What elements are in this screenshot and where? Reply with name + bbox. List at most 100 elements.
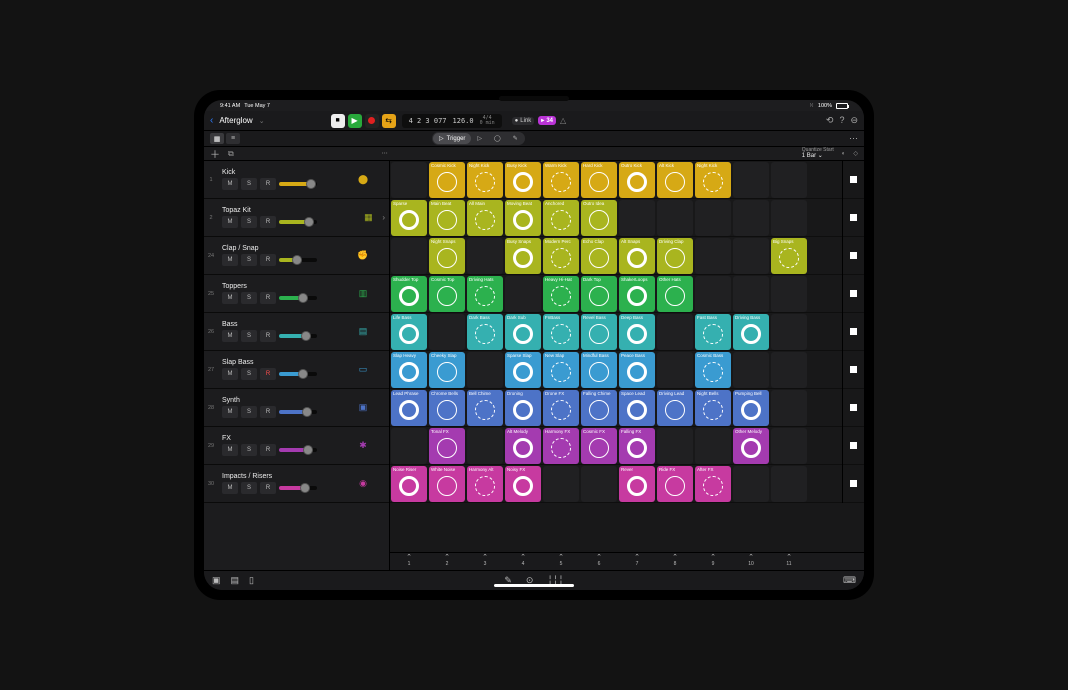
clip-cell[interactable]: Dark Sub bbox=[505, 314, 541, 350]
empty-clip-slot[interactable] bbox=[733, 200, 769, 236]
volume-fader[interactable] bbox=[279, 220, 317, 224]
take-chip[interactable]: ▸34 bbox=[538, 116, 556, 125]
track-instrument-icon[interactable]: ✱ bbox=[355, 438, 371, 454]
loop-mode-button[interactable]: ◯ bbox=[488, 133, 507, 144]
scene-stop-button[interactable] bbox=[843, 389, 864, 427]
clip-cell[interactable]: Cheeky Slap bbox=[429, 352, 465, 388]
record-arm-button[interactable]: R bbox=[260, 254, 276, 266]
volume-fader[interactable] bbox=[279, 448, 317, 452]
empty-clip-slot[interactable] bbox=[467, 352, 503, 388]
clip-cell[interactable]: Moving Beat bbox=[505, 200, 541, 236]
bookmark-icon[interactable]: ▯ bbox=[249, 575, 254, 586]
clip-cell[interactable]: ShakerLoops bbox=[619, 276, 655, 312]
retrigger-mode-button[interactable]: ▷ bbox=[471, 133, 488, 144]
scene-number[interactable]: ⌃2 bbox=[428, 553, 466, 570]
clip-cell[interactable]: Busy Snaps bbox=[505, 238, 541, 274]
clip-cell[interactable]: Cosmic Bass bbox=[695, 352, 731, 388]
clip-cell[interactable]: Drone FX bbox=[543, 390, 579, 426]
clip-cell[interactable]: Night Kick bbox=[695, 162, 731, 198]
clip-cell[interactable]: Echo Clap bbox=[581, 238, 617, 274]
scene-stop-button[interactable] bbox=[843, 427, 864, 465]
record-arm-button[interactable]: R bbox=[260, 216, 276, 228]
mute-button[interactable]: M bbox=[222, 406, 238, 418]
clip-cell[interactable]: Cosmic Top bbox=[429, 276, 465, 312]
scene-number[interactable]: ⌃1 bbox=[390, 553, 428, 570]
clip-cell[interactable]: Warm Kick bbox=[543, 162, 579, 198]
clip-cell[interactable]: Noise Riser bbox=[391, 466, 427, 502]
clip-cell[interactable]: Heavy Hi-Hat bbox=[543, 276, 579, 312]
empty-clip-slot[interactable] bbox=[733, 162, 769, 198]
empty-clip-slot[interactable] bbox=[771, 276, 807, 312]
clip-cell[interactable]: Sparse bbox=[391, 200, 427, 236]
scene-stop-button[interactable] bbox=[843, 351, 864, 389]
track-row[interactable]: 29 FX M S R ✱ bbox=[204, 427, 389, 465]
clip-cell[interactable]: Peace Bass bbox=[619, 352, 655, 388]
solo-button[interactable]: S bbox=[241, 406, 257, 418]
scene-stop-button[interactable] bbox=[843, 199, 864, 237]
record-arm-button[interactable]: R bbox=[260, 368, 276, 380]
clip-cell[interactable]: Droning bbox=[505, 390, 541, 426]
track-row[interactable]: 25 Toppers M S R ▥ bbox=[204, 275, 389, 313]
record-arm-button[interactable]: R bbox=[260, 444, 276, 456]
scene-number[interactable]: ⌃3 bbox=[466, 553, 504, 570]
clip-cell[interactable]: Chrome Bells bbox=[429, 390, 465, 426]
track-instrument-icon[interactable]: ▦ bbox=[360, 210, 376, 226]
empty-clip-slot[interactable] bbox=[657, 428, 693, 464]
empty-clip-slot[interactable] bbox=[771, 314, 807, 350]
solo-button[interactable]: S bbox=[241, 178, 257, 190]
clip-cell[interactable]: Falling Chime bbox=[581, 390, 617, 426]
clip-cell[interactable]: Lead Phrase bbox=[391, 390, 427, 426]
volume-fader[interactable] bbox=[279, 258, 317, 262]
mute-button[interactable]: M bbox=[222, 292, 238, 304]
clip-cell[interactable]: Driving Hats bbox=[467, 276, 503, 312]
empty-clip-slot[interactable] bbox=[619, 200, 655, 236]
mute-button[interactable]: M bbox=[222, 254, 238, 266]
scene-number[interactable]: ⌃6 bbox=[580, 553, 618, 570]
volume-fader[interactable] bbox=[279, 410, 317, 414]
clip-cell[interactable]: Driving Lead bbox=[657, 390, 693, 426]
empty-clip-slot[interactable] bbox=[733, 238, 769, 274]
empty-clip-slot[interactable] bbox=[657, 352, 693, 388]
solo-button[interactable]: S bbox=[241, 254, 257, 266]
clip-cell[interactable]: Dark Top bbox=[581, 276, 617, 312]
clip-cell[interactable]: Alt Snaps bbox=[619, 238, 655, 274]
clip-cell[interactable]: Deep Bass bbox=[619, 314, 655, 350]
track-instrument-icon[interactable]: ▣ bbox=[355, 400, 371, 416]
clip-cell[interactable]: Bell Chime bbox=[467, 390, 503, 426]
cycle-button[interactable]: ⇆ bbox=[382, 114, 396, 128]
scene-stop-button[interactable] bbox=[843, 161, 864, 199]
mixer-view-button[interactable]: ≡ bbox=[226, 133, 240, 144]
empty-clip-slot[interactable] bbox=[771, 352, 807, 388]
empty-clip-slot[interactable] bbox=[429, 314, 465, 350]
chevron-right-icon[interactable]: › bbox=[382, 213, 385, 222]
settings-icon[interactable]: ⊖ bbox=[850, 115, 858, 126]
quantize-display[interactable]: Quantize Start 1 Bar ⌄ bbox=[802, 148, 834, 159]
empty-clip-slot[interactable] bbox=[467, 428, 503, 464]
scene-stop-button[interactable] bbox=[843, 465, 864, 503]
scene-number[interactable]: ⌃7 bbox=[618, 553, 656, 570]
clip-cell[interactable]: Harmony FX bbox=[543, 428, 579, 464]
clip-cell[interactable]: Mindful Bass bbox=[581, 352, 617, 388]
track-row[interactable]: 1 Kick M S R ⬤ bbox=[204, 161, 389, 199]
volume-fader[interactable] bbox=[279, 372, 317, 376]
track-row[interactable]: 26 Bass M S R ▤ bbox=[204, 313, 389, 351]
stop-button[interactable]: ■ bbox=[331, 114, 345, 128]
track-instrument-icon[interactable]: ⬤ bbox=[355, 172, 371, 188]
clip-cell[interactable]: Modern Perc bbox=[543, 238, 579, 274]
scene-stop-button[interactable] bbox=[843, 275, 864, 313]
empty-clip-slot[interactable] bbox=[505, 276, 541, 312]
empty-clip-slot[interactable] bbox=[695, 428, 731, 464]
mute-button[interactable]: M bbox=[222, 368, 238, 380]
clip-cell[interactable]: Alt Melody bbox=[505, 428, 541, 464]
track-instrument-icon[interactable]: ▥ bbox=[355, 286, 371, 302]
clip-cell[interactable]: Main Beat bbox=[429, 200, 465, 236]
metronome-icon[interactable]: △ bbox=[560, 116, 566, 125]
volume-fader[interactable] bbox=[279, 334, 317, 338]
edit-mode-button[interactable]: ✎ bbox=[507, 133, 524, 144]
clip-cell[interactable]: Driving Bass bbox=[733, 314, 769, 350]
clip-cell[interactable]: Big Snaps bbox=[771, 238, 807, 274]
empty-clip-slot[interactable] bbox=[657, 200, 693, 236]
track-instrument-icon[interactable]: ▤ bbox=[355, 324, 371, 340]
record-arm-button[interactable]: R bbox=[260, 482, 276, 494]
clip-cell[interactable]: Cosmic FX bbox=[581, 428, 617, 464]
